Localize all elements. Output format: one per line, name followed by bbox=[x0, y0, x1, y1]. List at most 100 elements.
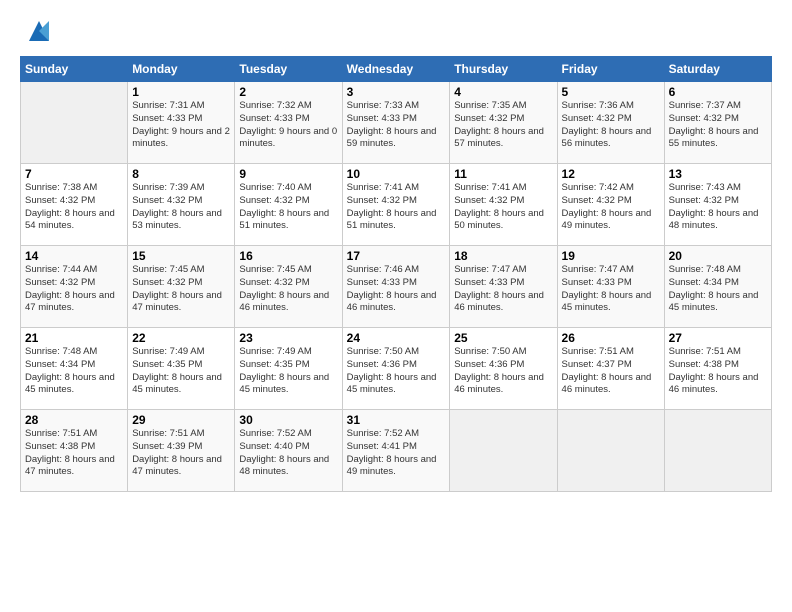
page-container: SundayMondayTuesdayWednesdayThursdayFrid… bbox=[0, 0, 792, 502]
day-cell: 23Sunrise: 7:49 AMSunset: 4:35 PMDayligh… bbox=[235, 328, 342, 410]
day-info: Sunrise: 7:38 AMSunset: 4:32 PMDaylight:… bbox=[25, 182, 123, 233]
day-info: Sunrise: 7:51 AMSunset: 4:38 PMDaylight:… bbox=[25, 428, 123, 479]
day-number: 1 bbox=[132, 85, 230, 99]
day-info: Sunrise: 7:46 AMSunset: 4:33 PMDaylight:… bbox=[347, 264, 446, 315]
day-info: Sunrise: 7:47 AMSunset: 4:33 PMDaylight:… bbox=[454, 264, 552, 315]
day-info: Sunrise: 7:50 AMSunset: 4:36 PMDaylight:… bbox=[454, 346, 552, 397]
day-cell: 29Sunrise: 7:51 AMSunset: 4:39 PMDayligh… bbox=[128, 410, 235, 492]
day-cell: 27Sunrise: 7:51 AMSunset: 4:38 PMDayligh… bbox=[664, 328, 771, 410]
day-info: Sunrise: 7:40 AMSunset: 4:32 PMDaylight:… bbox=[239, 182, 337, 233]
day-number: 4 bbox=[454, 85, 552, 99]
day-cell: 3Sunrise: 7:33 AMSunset: 4:33 PMDaylight… bbox=[342, 82, 450, 164]
weekday-header-friday: Friday bbox=[557, 57, 664, 82]
day-cell: 9Sunrise: 7:40 AMSunset: 4:32 PMDaylight… bbox=[235, 164, 342, 246]
day-cell: 5Sunrise: 7:36 AMSunset: 4:32 PMDaylight… bbox=[557, 82, 664, 164]
day-number: 3 bbox=[347, 85, 446, 99]
day-number: 12 bbox=[562, 167, 660, 181]
weekday-header-saturday: Saturday bbox=[664, 57, 771, 82]
day-number: 19 bbox=[562, 249, 660, 263]
day-cell: 12Sunrise: 7:42 AMSunset: 4:32 PMDayligh… bbox=[557, 164, 664, 246]
day-cell: 24Sunrise: 7:50 AMSunset: 4:36 PMDayligh… bbox=[342, 328, 450, 410]
day-number: 11 bbox=[454, 167, 552, 181]
day-number: 18 bbox=[454, 249, 552, 263]
day-info: Sunrise: 7:52 AMSunset: 4:40 PMDaylight:… bbox=[239, 428, 337, 479]
day-number: 13 bbox=[669, 167, 767, 181]
day-info: Sunrise: 7:41 AMSunset: 4:32 PMDaylight:… bbox=[347, 182, 446, 233]
day-number: 17 bbox=[347, 249, 446, 263]
day-cell: 10Sunrise: 7:41 AMSunset: 4:32 PMDayligh… bbox=[342, 164, 450, 246]
day-number: 16 bbox=[239, 249, 337, 263]
day-cell: 20Sunrise: 7:48 AMSunset: 4:34 PMDayligh… bbox=[664, 246, 771, 328]
day-cell: 2Sunrise: 7:32 AMSunset: 4:33 PMDaylight… bbox=[235, 82, 342, 164]
day-info: Sunrise: 7:51 AMSunset: 4:38 PMDaylight:… bbox=[669, 346, 767, 397]
day-number: 27 bbox=[669, 331, 767, 345]
day-info: Sunrise: 7:51 AMSunset: 4:39 PMDaylight:… bbox=[132, 428, 230, 479]
week-row-2: 7Sunrise: 7:38 AMSunset: 4:32 PMDaylight… bbox=[21, 164, 772, 246]
day-cell: 4Sunrise: 7:35 AMSunset: 4:32 PMDaylight… bbox=[450, 82, 557, 164]
day-cell: 26Sunrise: 7:51 AMSunset: 4:37 PMDayligh… bbox=[557, 328, 664, 410]
logo bbox=[20, 16, 54, 46]
day-number: 10 bbox=[347, 167, 446, 181]
day-info: Sunrise: 7:33 AMSunset: 4:33 PMDaylight:… bbox=[347, 100, 446, 151]
day-info: Sunrise: 7:48 AMSunset: 4:34 PMDaylight:… bbox=[669, 264, 767, 315]
day-cell: 1Sunrise: 7:31 AMSunset: 4:33 PMDaylight… bbox=[128, 82, 235, 164]
day-info: Sunrise: 7:36 AMSunset: 4:32 PMDaylight:… bbox=[562, 100, 660, 151]
day-cell: 7Sunrise: 7:38 AMSunset: 4:32 PMDaylight… bbox=[21, 164, 128, 246]
day-number: 29 bbox=[132, 413, 230, 427]
week-row-1: 1Sunrise: 7:31 AMSunset: 4:33 PMDaylight… bbox=[21, 82, 772, 164]
day-cell: 31Sunrise: 7:52 AMSunset: 4:41 PMDayligh… bbox=[342, 410, 450, 492]
day-info: Sunrise: 7:32 AMSunset: 4:33 PMDaylight:… bbox=[239, 100, 337, 151]
day-info: Sunrise: 7:39 AMSunset: 4:32 PMDaylight:… bbox=[132, 182, 230, 233]
day-info: Sunrise: 7:45 AMSunset: 4:32 PMDaylight:… bbox=[239, 264, 337, 315]
weekday-header-monday: Monday bbox=[128, 57, 235, 82]
day-cell: 11Sunrise: 7:41 AMSunset: 4:32 PMDayligh… bbox=[450, 164, 557, 246]
day-number: 31 bbox=[347, 413, 446, 427]
day-number: 9 bbox=[239, 167, 337, 181]
day-info: Sunrise: 7:37 AMSunset: 4:32 PMDaylight:… bbox=[669, 100, 767, 151]
day-info: Sunrise: 7:44 AMSunset: 4:32 PMDaylight:… bbox=[25, 264, 123, 315]
day-info: Sunrise: 7:48 AMSunset: 4:34 PMDaylight:… bbox=[25, 346, 123, 397]
day-number: 15 bbox=[132, 249, 230, 263]
day-info: Sunrise: 7:51 AMSunset: 4:37 PMDaylight:… bbox=[562, 346, 660, 397]
day-cell: 22Sunrise: 7:49 AMSunset: 4:35 PMDayligh… bbox=[128, 328, 235, 410]
day-cell: 6Sunrise: 7:37 AMSunset: 4:32 PMDaylight… bbox=[664, 82, 771, 164]
day-info: Sunrise: 7:31 AMSunset: 4:33 PMDaylight:… bbox=[132, 100, 230, 151]
weekday-header-wednesday: Wednesday bbox=[342, 57, 450, 82]
day-info: Sunrise: 7:49 AMSunset: 4:35 PMDaylight:… bbox=[239, 346, 337, 397]
day-cell: 17Sunrise: 7:46 AMSunset: 4:33 PMDayligh… bbox=[342, 246, 450, 328]
day-number: 24 bbox=[347, 331, 446, 345]
day-number: 20 bbox=[669, 249, 767, 263]
day-info: Sunrise: 7:47 AMSunset: 4:33 PMDaylight:… bbox=[562, 264, 660, 315]
day-cell: 30Sunrise: 7:52 AMSunset: 4:40 PMDayligh… bbox=[235, 410, 342, 492]
day-cell: 16Sunrise: 7:45 AMSunset: 4:32 PMDayligh… bbox=[235, 246, 342, 328]
day-cell: 14Sunrise: 7:44 AMSunset: 4:32 PMDayligh… bbox=[21, 246, 128, 328]
day-number: 5 bbox=[562, 85, 660, 99]
day-info: Sunrise: 7:49 AMSunset: 4:35 PMDaylight:… bbox=[132, 346, 230, 397]
day-info: Sunrise: 7:43 AMSunset: 4:32 PMDaylight:… bbox=[669, 182, 767, 233]
week-row-3: 14Sunrise: 7:44 AMSunset: 4:32 PMDayligh… bbox=[21, 246, 772, 328]
day-info: Sunrise: 7:35 AMSunset: 4:32 PMDaylight:… bbox=[454, 100, 552, 151]
calendar: SundayMondayTuesdayWednesdayThursdayFrid… bbox=[20, 56, 772, 492]
day-cell: 25Sunrise: 7:50 AMSunset: 4:36 PMDayligh… bbox=[450, 328, 557, 410]
weekday-header-sunday: Sunday bbox=[21, 57, 128, 82]
day-cell: 28Sunrise: 7:51 AMSunset: 4:38 PMDayligh… bbox=[21, 410, 128, 492]
weekday-header-row: SundayMondayTuesdayWednesdayThursdayFrid… bbox=[21, 57, 772, 82]
day-number: 7 bbox=[25, 167, 123, 181]
day-cell: 21Sunrise: 7:48 AMSunset: 4:34 PMDayligh… bbox=[21, 328, 128, 410]
week-row-4: 21Sunrise: 7:48 AMSunset: 4:34 PMDayligh… bbox=[21, 328, 772, 410]
weekday-header-thursday: Thursday bbox=[450, 57, 557, 82]
day-number: 21 bbox=[25, 331, 123, 345]
day-number: 22 bbox=[132, 331, 230, 345]
day-info: Sunrise: 7:50 AMSunset: 4:36 PMDaylight:… bbox=[347, 346, 446, 397]
day-number: 8 bbox=[132, 167, 230, 181]
day-cell: 8Sunrise: 7:39 AMSunset: 4:32 PMDaylight… bbox=[128, 164, 235, 246]
logo-icon bbox=[24, 16, 54, 46]
header bbox=[20, 16, 772, 46]
day-cell bbox=[557, 410, 664, 492]
day-cell bbox=[664, 410, 771, 492]
day-info: Sunrise: 7:52 AMSunset: 4:41 PMDaylight:… bbox=[347, 428, 446, 479]
day-info: Sunrise: 7:41 AMSunset: 4:32 PMDaylight:… bbox=[454, 182, 552, 233]
day-number: 23 bbox=[239, 331, 337, 345]
day-cell: 13Sunrise: 7:43 AMSunset: 4:32 PMDayligh… bbox=[664, 164, 771, 246]
day-number: 2 bbox=[239, 85, 337, 99]
